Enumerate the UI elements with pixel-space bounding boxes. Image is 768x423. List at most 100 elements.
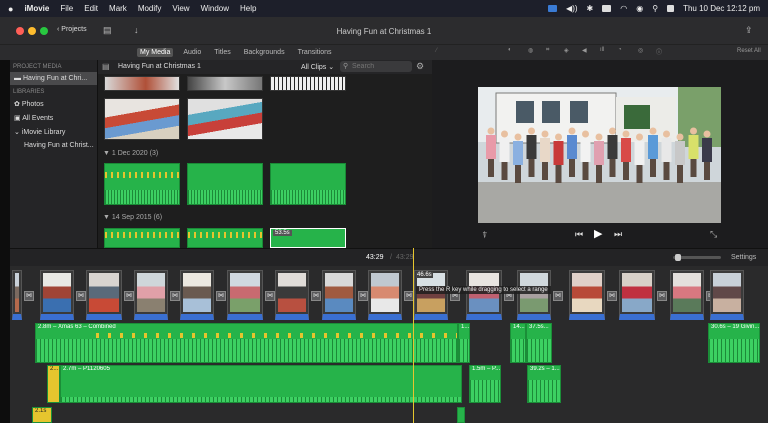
video-clip[interactable] — [517, 270, 551, 320]
video-clip[interactable] — [275, 270, 309, 320]
media-thumbnail[interactable] — [187, 76, 263, 91]
tab-my-media[interactable]: My Media — [137, 48, 174, 57]
audio-clip-thumbnail[interactable] — [270, 163, 346, 205]
transition-icon[interactable]: ⋈ — [657, 291, 667, 301]
clip-filter-dropdown[interactable]: All Clips ⌄ — [301, 63, 334, 71]
audio-clip-combined[interactable]: 2.8m – Xmas 63 – Combined — [35, 323, 458, 363]
video-clip[interactable] — [710, 270, 744, 320]
audio-clip[interactable]: 30.6s – 19 Givin... — [708, 323, 760, 363]
video-clip[interactable] — [40, 270, 74, 320]
audio-clip[interactable]: 14... — [510, 323, 526, 363]
menu-edit[interactable]: Edit — [84, 4, 98, 13]
zoom-slider[interactable] — [673, 254, 721, 261]
menu-help[interactable]: Help — [240, 4, 256, 13]
play-icon[interactable]: ▶ — [594, 227, 602, 240]
video-clip[interactable] — [227, 270, 263, 320]
battery-icon[interactable] — [602, 5, 612, 12]
playhead[interactable] — [413, 248, 414, 423]
audio-clip-thumbnail[interactable] — [104, 228, 180, 248]
fullscreen-icon[interactable]: ⤡ — [710, 229, 717, 240]
user-icon[interactable]: ◉ — [636, 4, 643, 13]
video-clip[interactable] — [180, 270, 214, 320]
transition-icon[interactable]: ⋈ — [124, 291, 134, 301]
skip-back-icon[interactable]: ⏮ — [575, 229, 583, 240]
video-clip[interactable] — [86, 270, 122, 320]
sidebar-item-photos[interactable]: ✿ Photos — [10, 97, 97, 111]
date-section-header[interactable]: ▼ 1 Dec 2020 (3) — [103, 150, 158, 157]
transition-icon[interactable]: ⋈ — [311, 291, 321, 301]
media-thumbnail[interactable] — [187, 98, 263, 140]
search-input[interactable] — [352, 62, 408, 71]
audio-clip-p1120605[interactable]: 2.7m – P1120605 — [60, 365, 462, 403]
search-field[interactable]: ⚲ — [340, 61, 412, 72]
status-app-icon[interactable] — [548, 5, 558, 12]
transition-icon[interactable]: ⋈ — [170, 291, 180, 301]
video-clip[interactable] — [466, 270, 502, 320]
volume-icon[interactable]: ◀)) — [566, 4, 577, 13]
microphone-icon[interactable]: ⍒ — [482, 230, 487, 241]
transition-icon[interactable]: ⋈ — [24, 291, 34, 301]
video-clip[interactable] — [619, 270, 655, 320]
spotlight-search-icon[interactable]: ⚲ — [652, 4, 658, 13]
stabilization-icon[interactable]: ◈ — [564, 47, 569, 54]
settings-gear-icon[interactable]: ⚙ — [416, 61, 424, 72]
audio-clip-thumbnail[interactable] — [187, 163, 263, 205]
video-preview[interactable] — [478, 87, 721, 223]
skip-forward-icon[interactable]: ⏭ — [614, 229, 622, 240]
media-thumbnail[interactable] — [270, 76, 346, 91]
crop-icon[interactable]: ⌗ — [546, 47, 549, 54]
tab-backgrounds[interactable]: Backgrounds — [241, 48, 288, 57]
media-thumbnail[interactable] — [104, 98, 180, 140]
audio-clip[interactable]: 2... — [47, 365, 60, 403]
audio-clip[interactable]: 1.5m – P... — [469, 365, 501, 403]
apple-menu-icon[interactable]: ● — [8, 4, 13, 14]
transition-icon[interactable]: ⋈ — [358, 291, 368, 301]
video-clip[interactable] — [322, 270, 356, 320]
sidebar-item-all-events[interactable]: ▣ All Events — [10, 111, 97, 125]
tab-transitions[interactable]: Transitions — [295, 48, 335, 57]
timeline-settings-button[interactable]: Settings — [731, 254, 756, 261]
sidebar-item-project[interactable]: ▬ Having Fun at Chri... — [10, 72, 97, 85]
menu-file[interactable]: File — [60, 4, 73, 13]
control-center-icon[interactable] — [667, 5, 675, 12]
video-clip[interactable] — [368, 270, 402, 320]
audio-clip-thumbnail[interactable] — [104, 163, 180, 205]
info-icon[interactable]: ⓘ — [656, 47, 662, 56]
menu-view[interactable]: View — [172, 4, 189, 13]
reset-all-button[interactable]: Reset All — [737, 48, 761, 54]
equalizer-icon[interactable]: ıll — [600, 47, 604, 53]
sidebar-item-imovie-library[interactable]: ⌄ iMovie Library — [10, 125, 97, 139]
transition-icon[interactable]: ⋈ — [216, 291, 226, 301]
audio-clip-thumbnail-selected[interactable]: 53.5s — [270, 228, 346, 248]
magic-wand-icon[interactable]: ⁄ — [436, 48, 437, 54]
sidebar-item-event[interactable]: Having Fun at Christ... — [10, 139, 97, 152]
speed-icon[interactable]: ◔ — [618, 47, 622, 53]
filter-icon[interactable]: ◎ — [638, 47, 643, 54]
share-icon[interactable]: ⇪ — [745, 25, 753, 36]
transition-icon[interactable]: ⋈ — [607, 291, 617, 301]
volume-adjust-icon[interactable]: ◀ — [582, 47, 587, 54]
video-clip[interactable] — [12, 270, 22, 320]
date-section-header[interactable]: ▼ 14 Sep 2015 (6) — [103, 214, 162, 221]
audio-clip[interactable]: 37.5s... — [526, 323, 552, 363]
audio-clip[interactable]: 39.2s – 1... — [527, 365, 561, 403]
video-clip[interactable] — [134, 270, 168, 320]
audio-clip[interactable]: 2.1s — [32, 407, 52, 423]
transition-icon[interactable]: ⋈ — [553, 291, 563, 301]
menu-modify[interactable]: Modify — [138, 4, 162, 13]
audio-clip-thumbnail[interactable] — [187, 228, 263, 248]
zoom-slider-knob[interactable] — [675, 254, 681, 261]
timeline[interactable]: 2.8m – Xmas 63 – Combined 1... 14... 37.… — [10, 266, 768, 423]
clock[interactable]: Thu 10 Dec 12:12 pm — [683, 4, 760, 13]
tab-titles[interactable]: Titles — [211, 48, 233, 57]
audio-clip[interactable]: 1... — [458, 323, 470, 363]
media-thumbnail[interactable] — [104, 76, 180, 91]
menu-mark[interactable]: Mark — [109, 4, 127, 13]
color-balance-icon[interactable]: ◐ — [508, 47, 512, 53]
sidebar-toggle-icon[interactable]: ▤ — [102, 62, 110, 71]
wifi-icon[interactable]: ◠ — [620, 4, 627, 13]
app-menu[interactable]: iMovie — [24, 4, 49, 13]
color-palette-icon[interactable]: ◍ — [528, 47, 533, 54]
bluetooth-icon[interactable]: ✱ — [587, 4, 594, 13]
tab-audio[interactable]: Audio — [180, 48, 204, 57]
